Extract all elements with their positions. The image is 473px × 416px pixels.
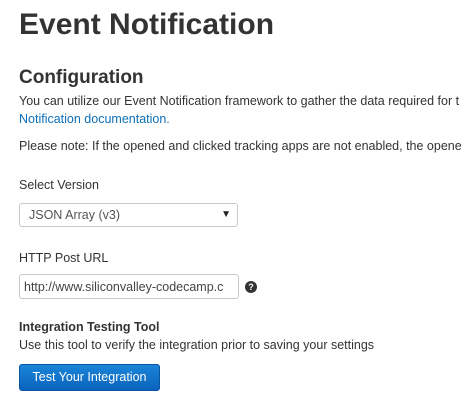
version-select-value: JSON Array (v3)	[29, 208, 120, 222]
test-integration-button[interactable]: Test Your Integration	[19, 364, 160, 391]
event-notification-page: Event Notification Configuration You can…	[19, 0, 473, 416]
notification-documentation-link[interactable]: Notification documentation.	[19, 112, 170, 126]
version-select[interactable]: JSON Array (v3) ▼	[19, 203, 238, 227]
integration-testing-tool-description: Use this tool to verify the integration …	[19, 338, 375, 352]
http-post-url-label: HTTP Post URL	[19, 251, 109, 265]
configuration-heading: Configuration	[19, 67, 144, 88]
http-post-url-input[interactable]	[19, 274, 239, 299]
tracking-apps-note: Please note: If the opened and clicked t…	[19, 139, 462, 153]
question-mark-icon[interactable]: ?	[245, 281, 257, 293]
integration-testing-tool-heading: Integration Testing Tool	[19, 320, 160, 334]
documentation-line: Notification documentation.	[19, 110, 170, 128]
dropdown-arrow-icon: ▼	[221, 209, 231, 220]
select-version-label: Select Version	[19, 178, 99, 192]
configuration-intro-text: You can utilize our Event Notification f…	[19, 94, 460, 108]
page-title: Event Notification	[19, 8, 275, 41]
